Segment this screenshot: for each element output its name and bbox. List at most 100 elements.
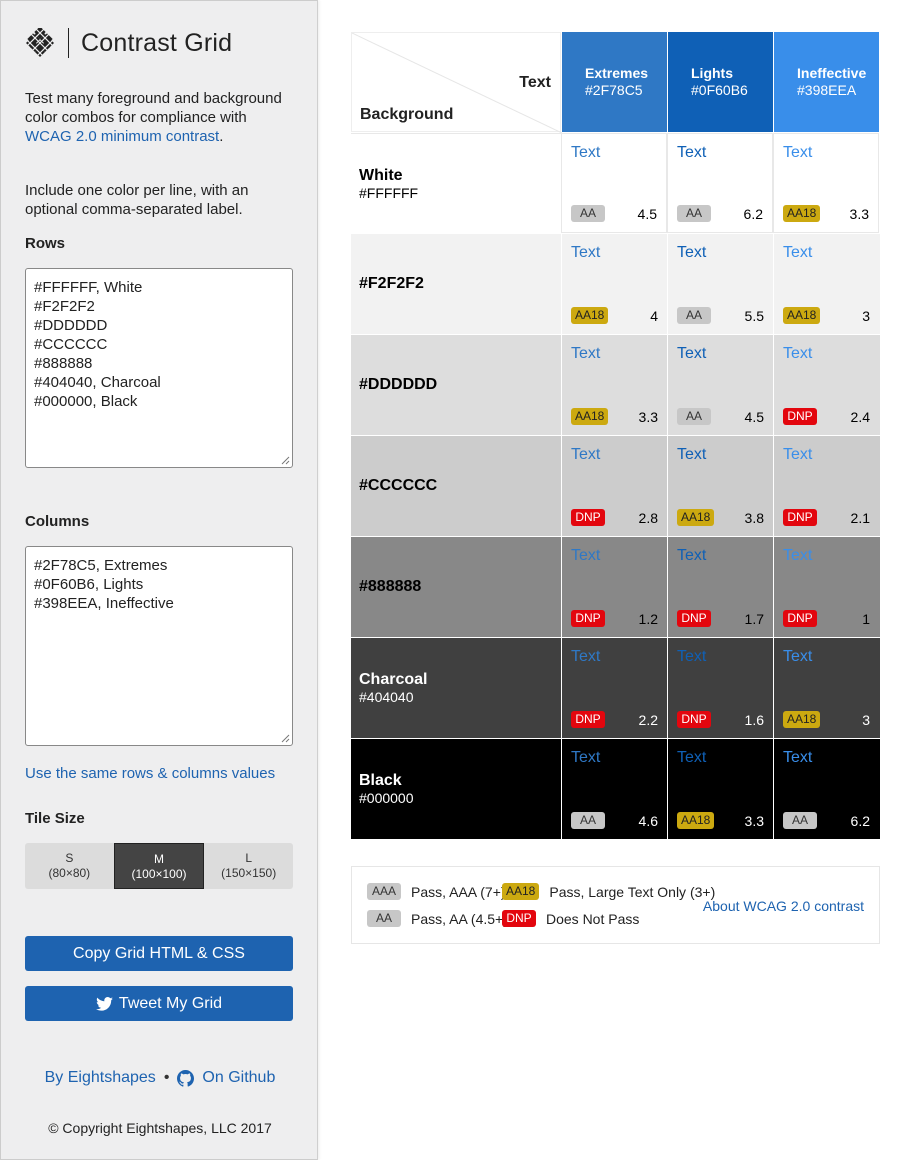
grid-cell: Text AA 4.5 [667, 335, 773, 435]
contrast-ratio: 4.5 [744, 409, 764, 425]
intro-text: Test many foreground and background colo… [25, 89, 295, 146]
tile-size-dims: (100×100) [131, 867, 187, 881]
contrast-ratio: 6.2 [850, 813, 870, 829]
contrast-ratio: 1.7 [744, 611, 764, 627]
grid-cell: Text DNP 1.7 [667, 537, 773, 637]
tile-size-name: S [65, 851, 74, 865]
row-hex: #F2F2F2 [359, 275, 424, 292]
contrast-ratio: 4 [650, 308, 658, 324]
legend-text: Pass, AAA (7+) [411, 883, 506, 900]
compliance-badge: AA18 [783, 711, 821, 728]
sample-text: Text [783, 547, 813, 564]
contrast-ratio: 3.3 [744, 813, 764, 829]
by-eightshapes-link[interactable]: By Eightshapes [45, 1069, 156, 1087]
row-hex: #FFFFFF [359, 184, 419, 201]
grid-body: White #FFFFFF Text AA 4.5 Text AA 6.2 Text AA18 3.… [351, 132, 880, 839]
rows-label: Rows [25, 235, 66, 252]
contrast-ratio: 3 [862, 308, 870, 324]
row-hex: #DDDDDD [359, 376, 438, 393]
badge-aa: AA [367, 910, 401, 927]
rows-textarea[interactable]: #FFFFFF, White #F2F2F2 #DDDDDD #CCCCCC #… [25, 268, 293, 468]
contrast-ratio: 1 [862, 611, 870, 627]
footer-bullet: • [163, 1069, 170, 1086]
column-hex: #398EEA [797, 82, 857, 98]
grid-row: Black #000000 Text AA 4.6 Text AA18 3.3 Text AA 6.… [351, 738, 880, 839]
grid-cell: Text AA18 3 [773, 234, 879, 334]
compliance-badge: DNP [783, 610, 817, 627]
resize-grip-icon[interactable] [281, 734, 290, 743]
about-wcag-link[interactable]: About WCAG 2.0 contrast [703, 898, 864, 914]
grid-cell: Text AA18 3 [773, 638, 879, 738]
sample-text: Text [677, 446, 707, 463]
contrast-ratio: 1.6 [744, 712, 764, 728]
columns-label: Columns [25, 513, 90, 530]
brand-divider [68, 28, 69, 58]
same-values-link[interactable]: Use the same rows & columns values [25, 765, 275, 782]
tile-size-name: L [245, 851, 253, 865]
sample-text: Text [783, 648, 813, 665]
copy-grid-button[interactable]: Copy Grid HTML & CSS [25, 936, 293, 971]
grid-cell: Text DNP 2.1 [773, 436, 879, 536]
tile-size-s[interactable]: S (80×80) [25, 843, 114, 889]
row-header: #F2F2F2 [351, 234, 561, 334]
sidebar: Contrast Grid Test many foreground and b… [0, 0, 318, 1160]
github-link[interactable]: On Github [202, 1069, 275, 1087]
grid-cell: Text DNP 1.6 [667, 638, 773, 738]
grid-cell: Text AA18 4 [561, 234, 667, 334]
badge-dnp: DNP [502, 910, 536, 927]
compliance-badge: AA18 [783, 307, 821, 324]
row-hex: #000000 [359, 790, 414, 806]
compliance-badge: DNP [571, 610, 605, 627]
compliance-badge: AA18 [677, 509, 715, 526]
grid-row: #F2F2F2 Text AA18 4 Text AA 5.5 Text AA18 3 [351, 233, 880, 334]
sample-text: Text [783, 244, 813, 261]
wcag-link[interactable]: WCAG 2.0 minimum contrast [25, 128, 219, 145]
grid-cell: Text AA18 3.3 [561, 335, 667, 435]
compliance-badge: AA [571, 205, 605, 222]
compliance-badge: AA [783, 812, 817, 829]
grid-cell: Text AA 5.5 [667, 234, 773, 334]
compliance-badge: AA [677, 408, 711, 425]
contrast-ratio: 4.5 [637, 206, 657, 222]
row-name: Black [359, 772, 402, 789]
legend: AAA Pass, AAA (7+) AA18 Pass, Large Text… [351, 866, 880, 944]
grid-cell: Text AA18 3.8 [667, 436, 773, 536]
legend-item-aaa: AAA Pass, AAA (7+) [367, 883, 506, 900]
grid-cell: Text AA 4.5 [561, 133, 667, 233]
corner-background-label: Background [360, 106, 454, 123]
compliance-badge: AA [677, 307, 711, 324]
github-icon [177, 1069, 195, 1087]
grid-cell: Text AA18 3.3 [773, 133, 879, 233]
grid-cell: Text AA 4.6 [561, 739, 667, 839]
column-hex: #0F60B6 [691, 82, 748, 98]
sample-text: Text [677, 244, 707, 261]
tweet-button[interactable]: Tweet My Grid [25, 986, 293, 1021]
compliance-badge: DNP [677, 711, 711, 728]
compliance-badge: DNP [783, 509, 817, 526]
corner-text-label: Text [519, 74, 551, 91]
columns-textarea[interactable]: #2F78C5, Extremes #0F60B6, Lights #398EE… [25, 546, 293, 746]
rows-textarea-value: #FFFFFF, White #F2F2F2 #DDDDDD #CCCCCC #… [34, 279, 161, 410]
resize-grip-icon[interactable] [281, 456, 290, 465]
row-header: #CCCCCC [351, 436, 561, 536]
logo-icon [25, 28, 55, 58]
sample-text: Text [571, 244, 601, 261]
contrast-ratio: 3 [862, 712, 870, 728]
contrast-ratio: 2.4 [850, 409, 870, 425]
contrast-ratio: 2.1 [850, 510, 870, 526]
badge-aaa: AAA [367, 883, 401, 900]
row-name: White [359, 166, 403, 184]
row-name: Charcoal [359, 671, 428, 688]
tile-size-m[interactable]: M (100×100) [113, 843, 205, 889]
tile-size-name: M [154, 852, 164, 866]
grid-header-row: Text Background Extremes #2F78C5 Lights … [351, 32, 880, 133]
compliance-badge: AA18 [783, 205, 821, 222]
grid-corner: Text Background [351, 32, 562, 133]
grid-cell: Text DNP 1.2 [561, 537, 667, 637]
tile-size-l[interactable]: L (150×150) [204, 843, 293, 889]
legend-item-dnp: DNP Does Not Pass [502, 910, 639, 927]
sample-text: Text [571, 144, 601, 161]
grid-cell: Text DNP 2.4 [773, 335, 879, 435]
grid-cell: Text AA 6.2 [667, 133, 773, 233]
column-name: Lights [691, 65, 733, 81]
